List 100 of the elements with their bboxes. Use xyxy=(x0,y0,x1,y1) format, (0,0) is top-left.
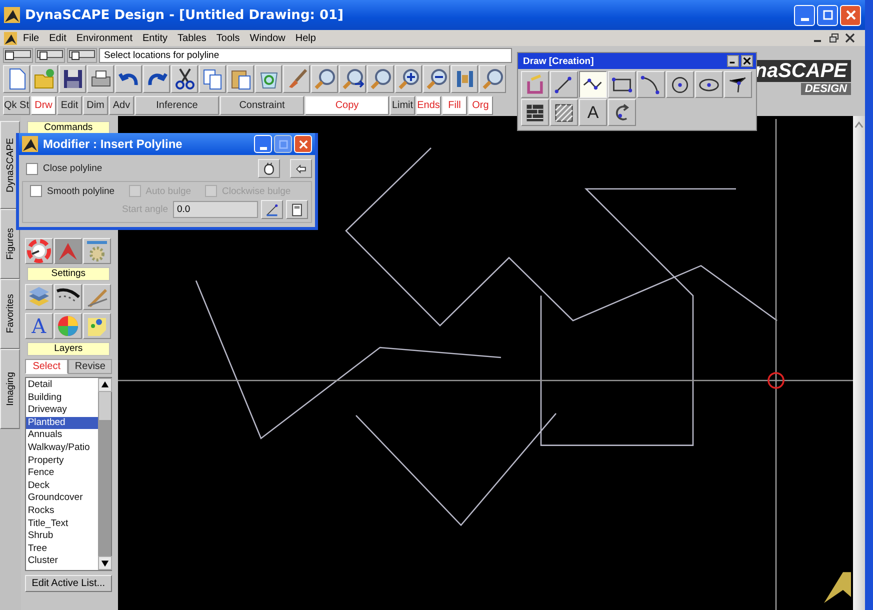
scroll-down-icon[interactable] xyxy=(98,556,112,570)
section-header: Settings xyxy=(26,267,110,281)
app-logo-icon xyxy=(22,136,38,152)
zoom-in-icon xyxy=(396,67,420,91)
color-pie-icon xyxy=(56,314,80,338)
checkbox-option[interactable]: Close polyline xyxy=(22,162,102,174)
layer-item[interactable]: Cluster xyxy=(26,555,98,568)
toolbar-button[interactable] xyxy=(423,65,450,93)
command-tab[interactable]: Constraint xyxy=(220,96,304,115)
minimize-button[interactable] xyxy=(727,55,739,67)
toolbar-button[interactable] xyxy=(143,65,170,93)
tool-button[interactable] xyxy=(261,200,283,219)
side-tab[interactable]: Figures xyxy=(0,209,20,279)
layer-item[interactable]: Detail xyxy=(26,379,98,392)
color-wheel-icon xyxy=(26,239,51,263)
toolbar-button[interactable] xyxy=(311,65,338,93)
menu-item[interactable]: Window xyxy=(246,32,290,44)
layer-item[interactable]: Groundcover xyxy=(26,492,98,505)
calculator-icon xyxy=(290,202,304,216)
toolbar-button[interactable] xyxy=(171,65,198,93)
command-prompt-field[interactable]: Select locations for polyline xyxy=(99,48,512,62)
toolbar-button[interactable] xyxy=(59,65,86,93)
draw-tool-button[interactable] xyxy=(579,71,607,98)
command-tab[interactable]: Edit xyxy=(57,96,82,115)
layer-item[interactable]: Rocks xyxy=(26,504,98,518)
tool-button[interactable] xyxy=(258,159,280,178)
command-tab[interactable]: Drw xyxy=(31,96,56,115)
menu-item[interactable]: Tools xyxy=(212,32,244,44)
command-tab[interactable]: Adv xyxy=(109,96,134,115)
scrollbar[interactable] xyxy=(98,378,111,570)
checkbox[interactable] xyxy=(30,185,42,197)
command-tab[interactable]: Inference xyxy=(135,96,219,115)
logo-mark-icon xyxy=(824,572,851,604)
edit-active-list-button[interactable]: Edit Active List... xyxy=(24,575,112,592)
logo-subtitle: DESIGN xyxy=(800,83,851,95)
dialog-title: Modifier : Insert Polyline xyxy=(43,137,182,151)
menu-item[interactable]: Entity xyxy=(138,32,172,44)
close-icon[interactable] xyxy=(845,33,855,43)
command-tab[interactable]: Ends xyxy=(416,96,441,115)
command-tab[interactable]: Limit xyxy=(390,96,415,115)
zoom-out-icon xyxy=(424,67,448,91)
draw-tool-button[interactable]: A xyxy=(579,99,607,126)
scrollbar[interactable] xyxy=(853,116,865,610)
checkbox[interactable] xyxy=(26,162,38,174)
toolbar-button[interactable] xyxy=(87,65,114,93)
command-tab[interactable]: Qk St xyxy=(3,96,30,115)
side-tab[interactable]: Favorites xyxy=(0,279,20,349)
toolbar-button[interactable] xyxy=(227,65,254,93)
layer-item[interactable]: Fence xyxy=(26,467,98,480)
menu-item[interactable]: Help xyxy=(291,32,320,44)
menu-item[interactable]: Edit xyxy=(45,32,70,44)
layer-item[interactable]: Annuals xyxy=(26,429,98,442)
command-tab[interactable]: Org xyxy=(468,96,493,115)
layer-item[interactable]: Title_Text xyxy=(26,518,98,530)
maximize-icon xyxy=(278,140,288,148)
panel-layout-icon xyxy=(37,50,63,60)
layer-item[interactable]: Building xyxy=(26,392,98,404)
layer-item[interactable]: Plantbed xyxy=(26,416,98,430)
layer-item[interactable]: Shrub xyxy=(26,530,98,543)
maximize-icon xyxy=(822,10,832,20)
layer-tab[interactable]: Select xyxy=(24,359,68,374)
menu-item[interactable]: Tables xyxy=(174,32,210,44)
layout-button[interactable] xyxy=(3,48,33,62)
command-tab[interactable]: Dim xyxy=(83,96,108,115)
close-icon xyxy=(298,140,308,148)
restore-icon[interactable] xyxy=(829,33,839,43)
open-folder-icon xyxy=(32,67,56,91)
toolbar-button[interactable] xyxy=(367,65,394,93)
toolbar-button[interactable] xyxy=(395,65,422,93)
toolbar-button[interactable] xyxy=(451,65,478,93)
toolbar-button[interactable] xyxy=(339,65,366,93)
toolbar-button[interactable] xyxy=(3,65,30,93)
command-tab[interactable]: Copy xyxy=(305,96,389,115)
layout-button[interactable] xyxy=(67,48,97,62)
menu-item[interactable]: Environment xyxy=(72,32,136,44)
scroll-up-icon[interactable] xyxy=(98,378,112,392)
toolbar-button[interactable] xyxy=(115,65,142,93)
panel-layout-icon xyxy=(69,50,95,60)
close-button[interactable] xyxy=(741,55,753,67)
scroll-thumb[interactable] xyxy=(98,392,110,420)
hatch-icon xyxy=(553,102,575,124)
checkbox-option[interactable]: Smooth polyline xyxy=(26,185,115,197)
tool-button[interactable] xyxy=(286,200,308,219)
toolbar-button[interactable] xyxy=(199,65,226,93)
palette-button[interactable] xyxy=(54,284,82,310)
toolbar-button[interactable] xyxy=(479,65,506,93)
layer-item[interactable]: Tree xyxy=(26,542,98,556)
layer-tab[interactable]: Revise xyxy=(68,359,112,374)
close-icon xyxy=(743,57,751,65)
layer-item[interactable]: Deck xyxy=(26,480,98,492)
tool-button[interactable] xyxy=(290,159,312,178)
side-tab[interactable]: Imaging xyxy=(0,349,20,429)
minimize-icon xyxy=(800,18,808,20)
layer-item[interactable]: Property xyxy=(26,454,98,468)
layout-button[interactable] xyxy=(35,48,65,62)
command-tab[interactable]: Fill xyxy=(442,96,467,115)
layer-item[interactable]: Walkway/Patio xyxy=(26,442,98,455)
menu-item[interactable]: File xyxy=(19,32,44,44)
text-style-button[interactable]: A xyxy=(24,313,53,339)
layer-item[interactable]: Driveway xyxy=(26,404,98,417)
